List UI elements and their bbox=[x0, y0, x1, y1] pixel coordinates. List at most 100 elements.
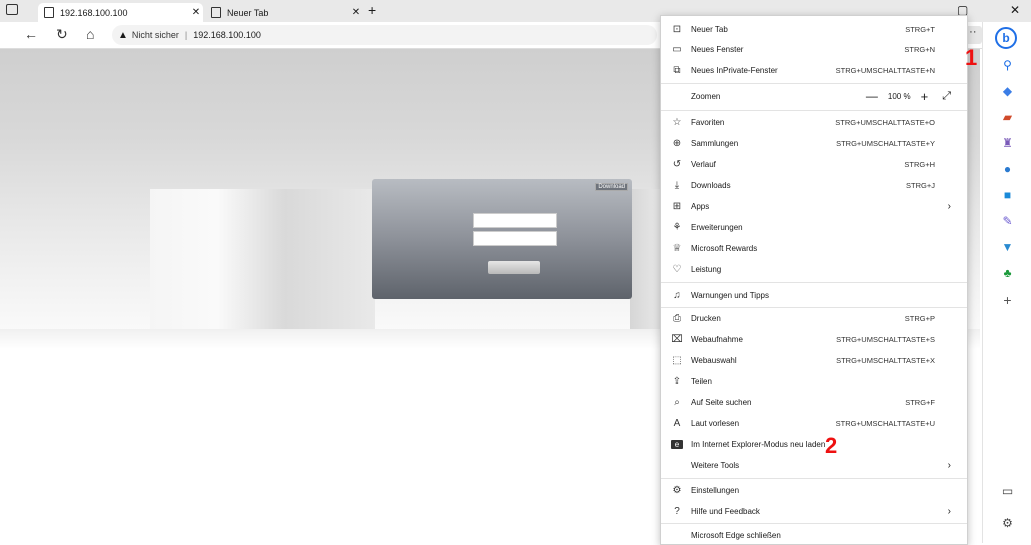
menu-item-label: Neues Fenster bbox=[691, 44, 744, 54]
page-icon bbox=[44, 7, 54, 18]
login-button[interactable] bbox=[488, 261, 540, 274]
zoom-in-button[interactable]: + bbox=[921, 89, 929, 104]
menu-item-label: Webauswahl bbox=[691, 355, 737, 365]
edge-sidebar: b ⚲ ◆ ▰ ♜ ● ■ ✎ ▼ ♣ + ▭ ⚙ bbox=[982, 22, 1031, 543]
menu-item-alerts[interactable]: ♫ Warnungen und Tipps bbox=[661, 285, 967, 305]
zoom-out-button[interactable]: — bbox=[866, 89, 878, 103]
menu-item-performance[interactable]: ♡ Leistung bbox=[661, 259, 967, 279]
menu-shortcut: STRG+UMSCHALTTASTE+S bbox=[836, 334, 935, 344]
menu-item-label: Auf Seite suchen bbox=[691, 397, 752, 407]
menu-item-more-tools[interactable]: Weitere Tools › bbox=[661, 455, 967, 475]
menu-item-label: Verlauf bbox=[691, 159, 716, 169]
menu-item-share[interactable]: ⇪ Teilen bbox=[661, 371, 967, 391]
close-window-icon[interactable]: ✕ bbox=[1010, 3, 1020, 17]
apps-icon: ⊞ bbox=[672, 200, 682, 212]
menu-shortcut: STRG+F bbox=[905, 397, 935, 407]
office-icon[interactable]: ● bbox=[983, 162, 1031, 176]
menu-shortcut: STRG+UMSCHALTTASTE+X bbox=[836, 355, 935, 365]
tag-icon[interactable]: ◆ bbox=[983, 84, 1031, 98]
add-icon[interactable]: + bbox=[983, 292, 1031, 308]
menu-item-ie-mode[interactable]: e Im Internet Explorer-Modus neu laden bbox=[661, 434, 967, 454]
menu-item-web-capture[interactable]: ⌧ Webaufnahme STRG+UMSCHALTTASTE+S bbox=[661, 329, 967, 349]
menu-item-label: Warnungen und Tipps bbox=[691, 290, 769, 300]
drop-icon[interactable]: ▼ bbox=[983, 240, 1031, 254]
menu-item-collections[interactable]: ⊕ Sammlungen STRG+UMSCHALTTASTE+Y bbox=[661, 133, 967, 153]
menu-shortcut: STRG+UMSCHALTTASTE+Y bbox=[836, 138, 935, 148]
games-icon[interactable]: ♜ bbox=[983, 136, 1031, 150]
chevron-right-icon: › bbox=[947, 459, 951, 471]
extensions-icon: ⚘ bbox=[672, 221, 682, 233]
menu-item-extensions[interactable]: ⚘ Erweiterungen bbox=[661, 217, 967, 237]
menu-item-close-edge[interactable]: Microsoft Edge schließen bbox=[661, 525, 967, 545]
url-field[interactable]: ▲ Nicht sicher | 192.168.100.100 bbox=[112, 25, 657, 45]
menu-item-web-select[interactable]: ⬚ Webauswahl STRG+UMSCHALTTASTE+X bbox=[661, 350, 967, 370]
menu-item-label: Favoriten bbox=[691, 117, 725, 127]
gear-icon[interactable]: ⚙ bbox=[983, 516, 1031, 530]
rewards-icon: ♕ bbox=[672, 242, 682, 254]
history-icon: ↺ bbox=[672, 158, 682, 170]
annotation-marker-2: 2 bbox=[825, 433, 838, 458]
menu-item-label: Einstellungen bbox=[691, 485, 740, 495]
menu-divider bbox=[661, 478, 967, 479]
menu-item-label: Drucken bbox=[691, 313, 721, 323]
download-button[interactable]: Download bbox=[595, 183, 628, 191]
menu-item-rewards[interactable]: ♕ Microsoft Rewards bbox=[661, 238, 967, 258]
menu-item-label: Microsoft Rewards bbox=[691, 243, 758, 253]
bell-icon: ♫ bbox=[673, 289, 681, 301]
find-icon: ⌕ bbox=[674, 396, 680, 408]
print-icon: ⎙ bbox=[673, 312, 681, 324]
fullscreen-icon[interactable]: ⤢ bbox=[942, 90, 951, 103]
menu-item-settings[interactable]: ⚙ Einstellungen bbox=[661, 480, 967, 500]
download-icon: ⤓ bbox=[674, 179, 680, 191]
username-field[interactable] bbox=[473, 213, 557, 228]
menu-item-print[interactable]: ⎙ Drucken STRG+P bbox=[661, 308, 967, 328]
home-icon[interactable]: ⌂ bbox=[86, 26, 94, 42]
menu-item-label: Neues InPrivate-Fenster bbox=[691, 65, 778, 75]
shopping-icon[interactable]: ▰ bbox=[983, 110, 1031, 124]
bing-icon[interactable]: b bbox=[995, 27, 1017, 49]
sidebar-layout-icon[interactable]: ▭ bbox=[983, 484, 1031, 498]
menu-item-label: Weitere Tools bbox=[691, 460, 740, 470]
menu-item-read-aloud[interactable]: A Laut vorlesen STRG+UMSCHALTTASTE+U bbox=[661, 413, 967, 433]
menu-item-new-window[interactable]: ▭ Neues Fenster STRG+N bbox=[661, 39, 967, 59]
menu-item-label: Laut vorlesen bbox=[691, 418, 740, 428]
close-tab-icon[interactable]: ✕ bbox=[189, 7, 203, 18]
menu-item-find[interactable]: ⌕ Auf Seite suchen STRG+F bbox=[661, 392, 967, 412]
password-field[interactable] bbox=[473, 231, 557, 246]
help-icon: ? bbox=[674, 505, 680, 517]
outlook-icon[interactable]: ■ bbox=[983, 188, 1031, 202]
background-wall bbox=[150, 189, 375, 329]
refresh-icon[interactable]: ↻ bbox=[56, 26, 68, 43]
ie-mode-icon: e bbox=[671, 439, 683, 449]
close-tab-icon[interactable]: ✕ bbox=[349, 7, 363, 18]
designer-icon[interactable]: ✎ bbox=[983, 214, 1031, 228]
menu-divider bbox=[661, 110, 967, 111]
tab-title: 192.168.100.100 bbox=[60, 7, 128, 18]
tab-active[interactable]: 192.168.100.100 ✕ bbox=[38, 3, 203, 22]
tab-new[interactable]: Neuer Tab ✕ bbox=[205, 3, 363, 22]
menu-item-favorites[interactable]: ☆ Favoriten STRG+UMSCHALTTASTE+O bbox=[661, 112, 967, 132]
back-icon[interactable]: ← bbox=[24, 26, 38, 42]
menu-item-apps[interactable]: ⊞ Apps › bbox=[661, 196, 967, 216]
menu-item-inprivate[interactable]: ⧉ Neues InPrivate-Fenster STRG+UMSCHALTT… bbox=[661, 60, 967, 80]
favorites-icon: ☆ bbox=[672, 116, 682, 128]
search-icon[interactable]: ⚲ bbox=[983, 58, 1031, 72]
menu-item-label: Erweiterungen bbox=[691, 222, 743, 232]
menu-item-help[interactable]: ? Hilfe und Feedback › bbox=[661, 501, 967, 521]
menu-item-new-tab[interactable]: ⊡ Neuer Tab STRG+T bbox=[661, 19, 967, 39]
url-text: 192.168.100.100 bbox=[193, 30, 261, 40]
new-tab-button[interactable]: + bbox=[368, 2, 376, 18]
menu-item-label: Neuer Tab bbox=[691, 24, 728, 34]
menu-divider bbox=[661, 282, 967, 283]
performance-icon: ♡ bbox=[672, 263, 682, 275]
menu-item-zoom: Zoomen — 100 % + ⤢ bbox=[661, 85, 967, 107]
menu-divider bbox=[661, 523, 967, 524]
login-panel: Download bbox=[372, 179, 632, 299]
tree-icon[interactable]: ♣ bbox=[983, 266, 1031, 280]
menu-item-downloads[interactable]: ⤓ Downloads STRG+J bbox=[661, 175, 967, 195]
read-aloud-icon: A bbox=[673, 417, 681, 429]
menu-item-history[interactable]: ↺ Verlauf STRG+H bbox=[661, 154, 967, 174]
inprivate-icon: ⧉ bbox=[673, 64, 681, 76]
warning-icon[interactable]: ▲ bbox=[118, 30, 128, 41]
window-menu-icon[interactable] bbox=[6, 4, 18, 15]
